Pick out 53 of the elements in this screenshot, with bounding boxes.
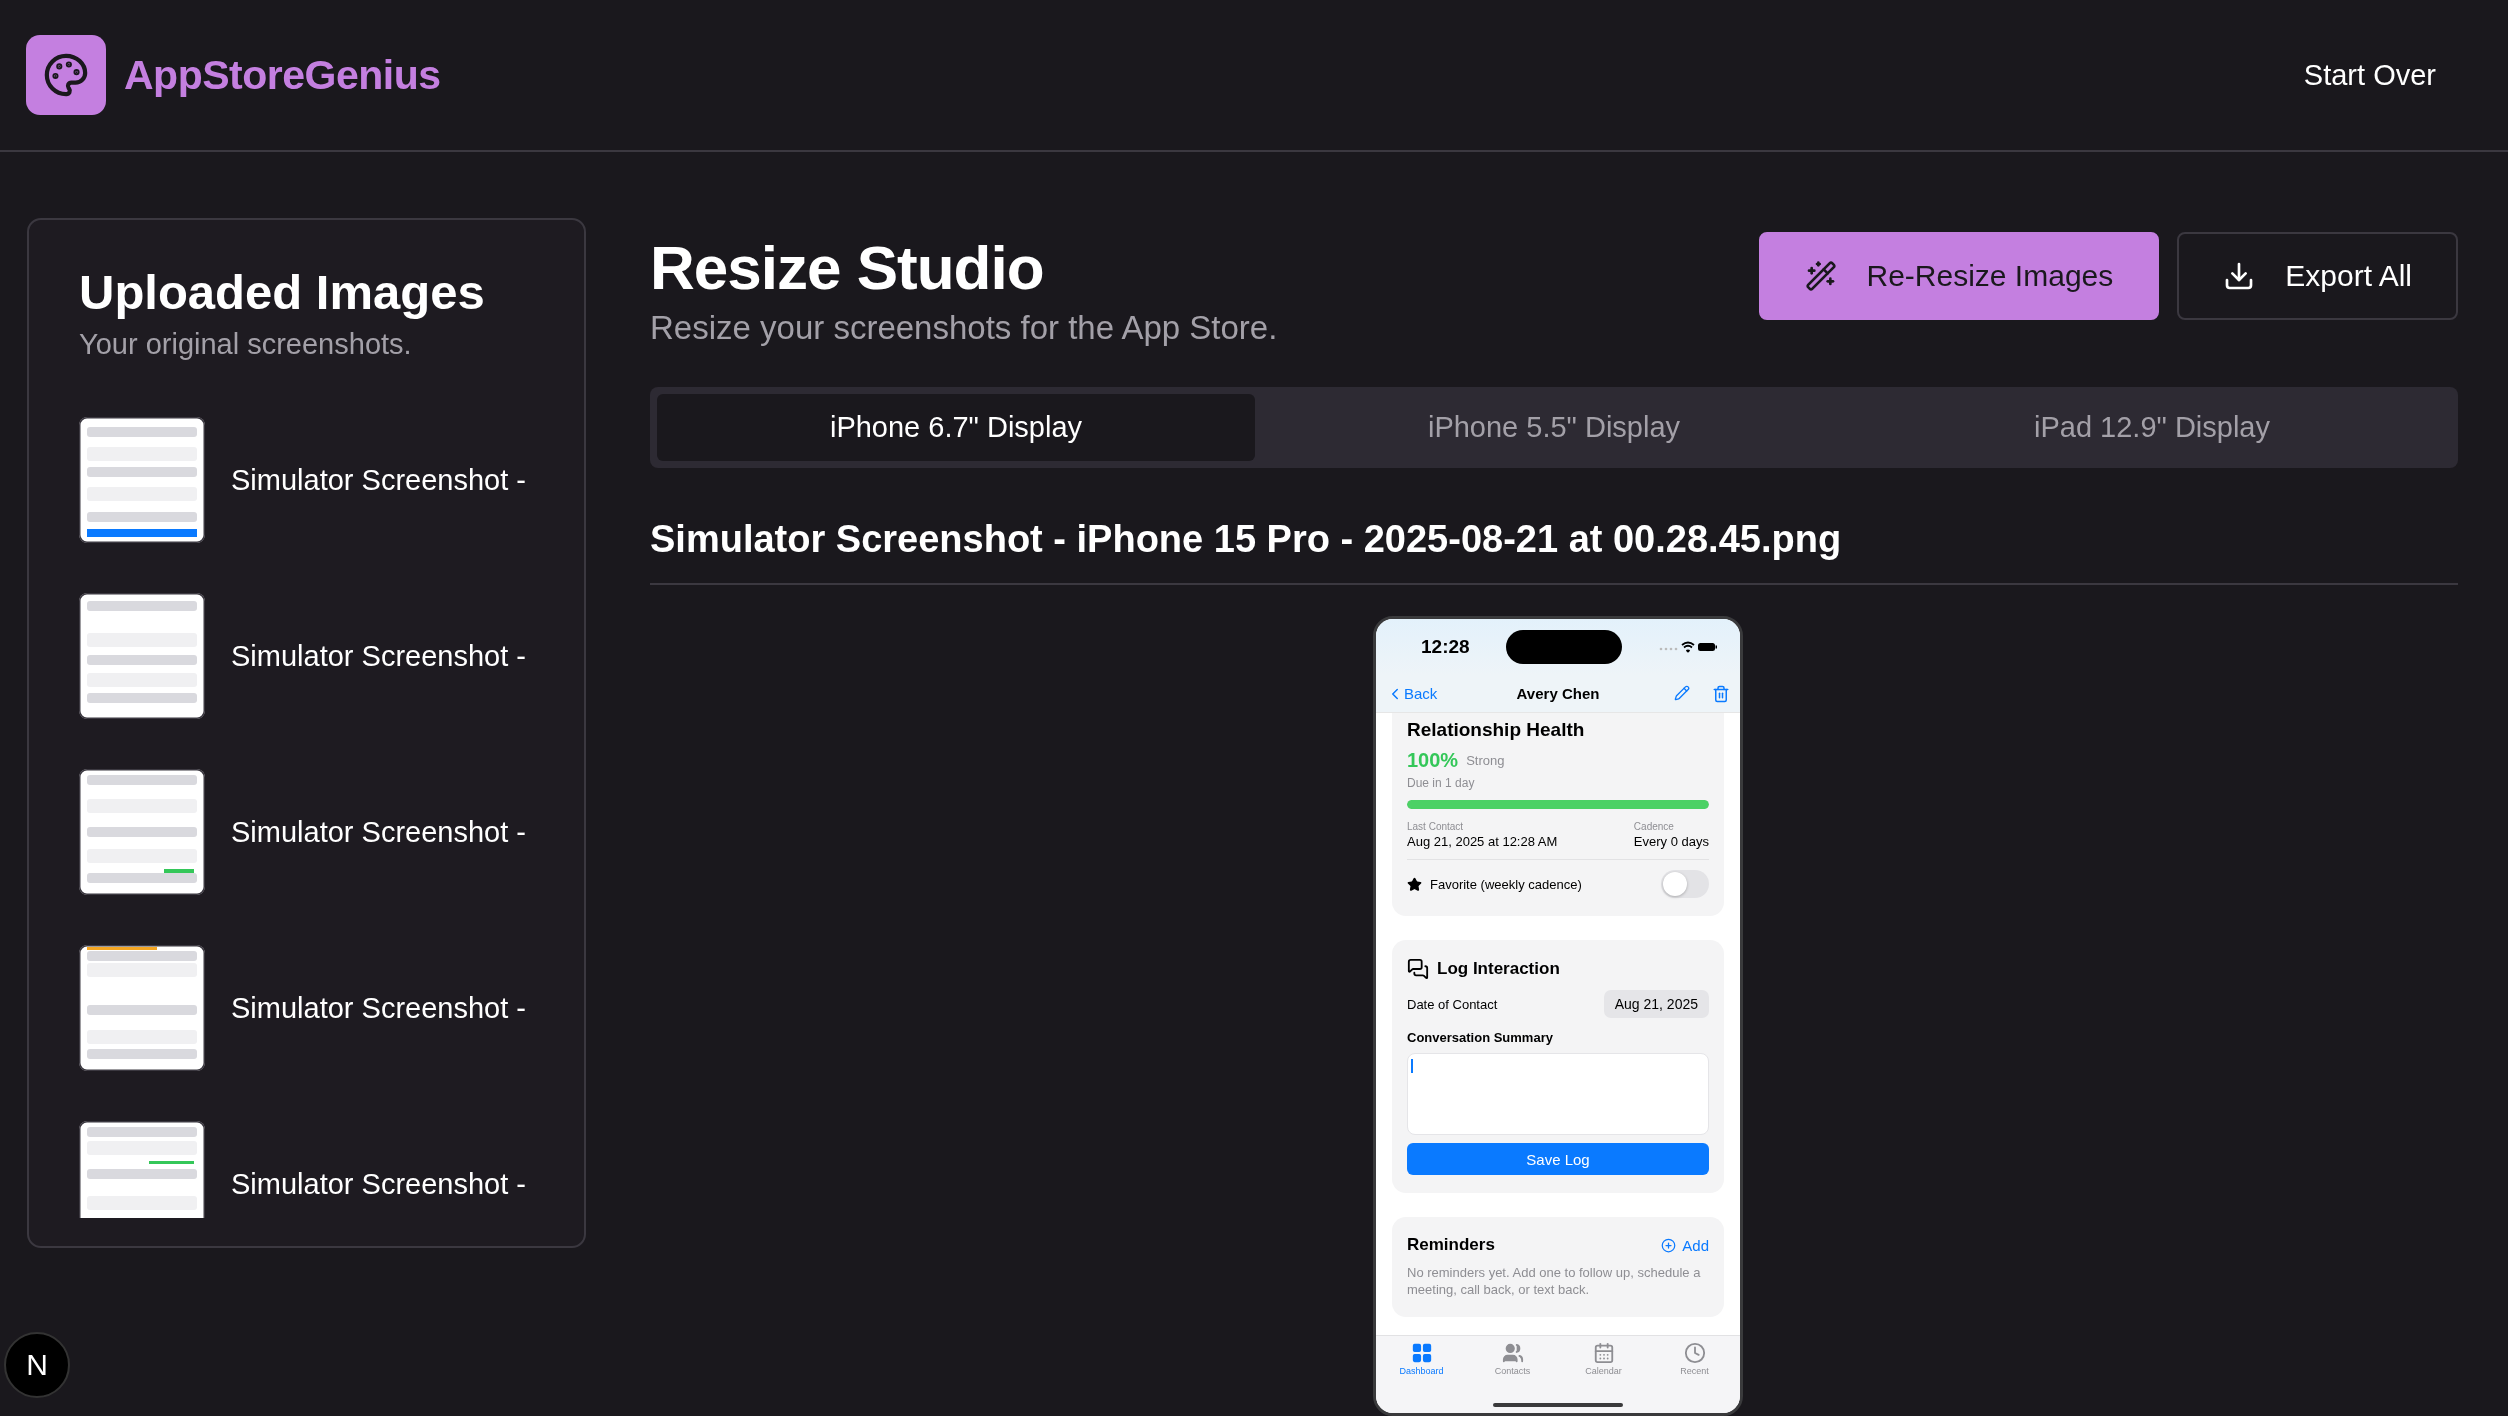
- cadence: Every 0 days: [1633, 834, 1709, 849]
- dashboard-icon: [1410, 1342, 1433, 1364]
- favorite-label: Favorite (weekly cadence): [1430, 876, 1582, 892]
- file-name: Simulator Screenshot - iPhone 15 Pro - 2025-08-21 at 00.28.45.png: [650, 518, 2458, 585]
- trash-icon[interactable]: [1712, 684, 1730, 703]
- card-title: Reminders: [1407, 1235, 1495, 1255]
- card-title: Log Interaction: [1437, 959, 1560, 979]
- image-name[interactable]: Simulator Screenshot -: [231, 639, 526, 673]
- re-resize-button[interactable]: Re-Resize Images: [1758, 232, 2160, 320]
- panel-title: Uploaded Images: [79, 264, 486, 320]
- summary-field[interactable]: [1407, 1053, 1709, 1135]
- plus-icon: [1661, 1237, 1677, 1253]
- page-title: Resize Studio: [650, 232, 1045, 303]
- empty-message: No reminders yet. Add one to follow up, schedule a meeting, call back, or text back.: [1407, 1265, 1702, 1299]
- image-name[interactable]: Simulator Screenshot -: [231, 1167, 526, 1201]
- image-name[interactable]: Simulator Screenshot -: [231, 815, 526, 849]
- star-icon: [1407, 876, 1422, 892]
- export-button[interactable]: Export All: [2177, 232, 2458, 320]
- health-percent: 100%: [1407, 749, 1459, 772]
- magic-wand-icon: [1804, 260, 1837, 292]
- add-button[interactable]: Add: [1661, 1236, 1709, 1254]
- page-subtitle: Resize your screenshots for the App Store.: [650, 309, 1278, 347]
- chat-bubbles-icon: [1407, 958, 1429, 980]
- image-name[interactable]: Simulator Screenshot -: [231, 463, 526, 497]
- field-label: Conversation Summary: [1407, 1030, 1554, 1045]
- last-contact: Aug 21, 2025 at 12:28 AM: [1407, 834, 1558, 849]
- save-log-button[interactable]: Save Log: [1407, 1143, 1709, 1175]
- device-tab[interactable]: iPhone 5.5" Display: [1255, 394, 1853, 461]
- field-label: Last Contact: [1407, 821, 1465, 832]
- palette-icon: [43, 52, 89, 98]
- back-button[interactable]: Back: [1386, 684, 1517, 703]
- tab-bar-item[interactable]: Dashboard: [1376, 1342, 1467, 1382]
- field-label: Date of Contact: [1407, 996, 1498, 1012]
- dev-badge[interactable]: N: [4, 1332, 70, 1398]
- card-title: Relationship Health: [1407, 719, 1586, 741]
- people-icon: [1501, 1342, 1524, 1364]
- brand-name: AppStoreGenius: [124, 51, 441, 99]
- device-tab[interactable]: iPad 12.9" Display: [1853, 394, 2451, 461]
- due-text: Due in 1 day: [1407, 776, 1476, 790]
- field-label: Cadence: [1633, 821, 1675, 832]
- health-status: Strong: [1466, 753, 1505, 768]
- contact-name: Avery Chen: [1516, 685, 1600, 702]
- favorite-toggle[interactable]: [1661, 870, 1709, 898]
- calendar-icon: [1592, 1342, 1615, 1364]
- panel-subtitle: Your original screenshots.: [79, 328, 413, 361]
- edit-icon[interactable]: [1674, 684, 1690, 701]
- image-name[interactable]: Simulator Screenshot -: [231, 991, 526, 1025]
- status-icons: [1658, 640, 1718, 654]
- date-picker[interactable]: Aug 21, 2025: [1603, 990, 1709, 1018]
- clock-icon: [1683, 1342, 1706, 1364]
- start-over-button[interactable]: Start Over: [2291, 50, 2448, 100]
- status-time: 12:28: [1421, 636, 1470, 658]
- device-tab[interactable]: iPhone 6.7" Display: [657, 394, 1255, 461]
